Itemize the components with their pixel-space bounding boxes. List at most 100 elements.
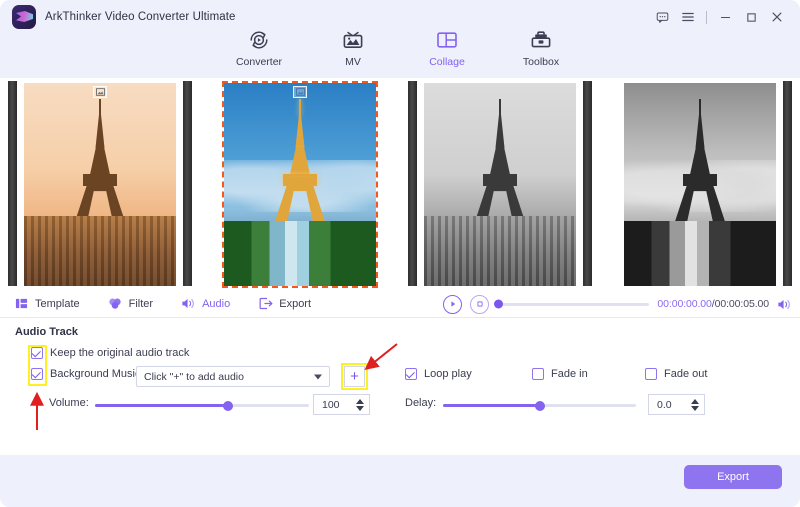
audio-icon: [181, 296, 196, 311]
delay-stepper[interactable]: 0.0: [648, 394, 705, 415]
total-time: 00:00:05.00: [714, 298, 769, 310]
fade-out-row[interactable]: Fade out: [645, 368, 707, 380]
keep-original-row[interactable]: Keep the original audio track: [31, 347, 189, 359]
seek-slider[interactable]: [494, 299, 650, 309]
loop-play-checkbox[interactable]: [405, 368, 417, 380]
volume-value-wrap: 100: [313, 394, 370, 415]
eiffel-tower: [73, 98, 127, 225]
preview-cell-4[interactable]: [600, 78, 800, 290]
plaza: [624, 220, 776, 286]
fade-in-row[interactable]: Fade in: [532, 368, 588, 380]
app-title: ArkThinker Video Converter Ultimate: [45, 11, 236, 23]
nav-label: Collage: [429, 56, 465, 68]
cityscape: [424, 216, 576, 286]
letterbox-bar-left: [408, 81, 417, 286]
preview-cell-3[interactable]: [400, 78, 600, 290]
stepper-arrows[interactable]: [356, 398, 364, 411]
nav-label: Toolbox: [522, 56, 560, 68]
current-time: 00:00:00.00: [657, 298, 712, 310]
menu-icon[interactable]: [675, 5, 701, 29]
chevron-down-icon: [314, 374, 322, 379]
delay-slider-wrap: [443, 400, 636, 411]
filter-icon: [108, 296, 123, 311]
photo-sunset[interactable]: [24, 82, 176, 286]
footer-bar: Export: [0, 455, 800, 507]
nav-item-mv[interactable]: MV: [306, 26, 400, 68]
time-display: 00:00:00.00/00:00:05.00: [657, 298, 769, 310]
eiffel-tower: [473, 98, 527, 225]
collage-icon: [435, 26, 459, 52]
export-button[interactable]: Export: [684, 465, 782, 489]
image-badge-icon[interactable]: [293, 85, 307, 98]
volume-stepper[interactable]: 100: [313, 394, 370, 415]
fade-out-checkbox[interactable]: [645, 368, 657, 380]
tab-label: Export: [279, 297, 312, 310]
tab-template[interactable]: Template: [0, 290, 94, 318]
delay-value-wrap: 0.0: [648, 394, 705, 415]
minimize-icon[interactable]: [712, 5, 738, 29]
letterbox-bar-right: [583, 81, 592, 286]
image-badge-icon[interactable]: [93, 85, 107, 98]
main-nav: Converter MV Collage Toolbox: [212, 26, 588, 68]
tabs: Template Filter Audio Export: [0, 290, 325, 318]
music-select-value: Click "+" to add audio: [144, 370, 244, 383]
tab-export[interactable]: Export: [244, 290, 325, 318]
background-music-row[interactable]: Background Music: [31, 368, 141, 380]
volume-slider-wrap: [95, 400, 309, 411]
stop-icon[interactable]: [470, 294, 490, 314]
seek-knob[interactable]: [494, 299, 504, 309]
tab-filter[interactable]: Filter: [94, 290, 167, 318]
stepper-arrows[interactable]: [691, 398, 699, 411]
export-icon: [258, 296, 273, 311]
app-window: ArkThinker Video Converter Ultimate Conv…: [0, 0, 800, 507]
tab-label: Template: [35, 297, 80, 310]
background-music-label: Background Music: [50, 368, 141, 380]
photo-gray-a[interactable]: [424, 82, 576, 286]
speaker-icon[interactable]: [777, 298, 792, 311]
delay-fill: [443, 404, 540, 407]
tab-audio[interactable]: Audio: [167, 290, 244, 318]
maximize-icon[interactable]: [738, 5, 764, 29]
panel-title: Audio Track: [15, 326, 78, 338]
loop-play-label: Loop play: [424, 368, 472, 380]
music-select[interactable]: Click "+" to add audio: [136, 366, 330, 387]
play-icon[interactable]: [443, 294, 463, 314]
toolbox-icon: [529, 26, 553, 52]
feedback-icon[interactable]: [649, 5, 675, 29]
plaza: [224, 220, 376, 286]
preview-cell-2[interactable]: [200, 78, 400, 290]
delay-knob[interactable]: [534, 400, 545, 411]
fade-out-label: Fade out: [664, 368, 708, 380]
volume-value: 100: [322, 398, 340, 411]
nav-label: MV: [345, 56, 361, 68]
keep-original-label: Keep the original audio track: [50, 347, 190, 359]
photo-blue[interactable]: [222, 80, 378, 288]
music-select-wrap: Click "+" to add audio: [136, 366, 330, 387]
volume-label-wrap: Volume:: [49, 397, 89, 409]
photo-gray-b[interactable]: [624, 82, 776, 286]
volume-knob[interactable]: [222, 400, 233, 411]
highlight-checkboxes: [28, 345, 47, 386]
fade-in-label: Fade in: [551, 368, 588, 380]
volume-slider[interactable]: [95, 400, 309, 411]
nav-item-collage[interactable]: Collage: [400, 26, 494, 68]
player-controls: 00:00:00.00/00:00:05.00: [443, 290, 792, 318]
highlight-add-button: [341, 363, 368, 390]
nav-item-converter[interactable]: Converter: [212, 26, 306, 68]
fade-in-checkbox[interactable]: [532, 368, 544, 380]
letterbox-bar-left: [8, 81, 17, 286]
brand: ArkThinker Video Converter Ultimate: [12, 5, 236, 29]
converter-icon: [247, 26, 271, 52]
template-icon: [14, 296, 29, 311]
delay-slider[interactable]: [443, 400, 636, 411]
tab-label: Audio: [202, 297, 231, 310]
delay-value: 0.0: [657, 398, 672, 411]
window-controls: [649, 5, 790, 29]
loop-play-row[interactable]: Loop play: [405, 368, 472, 380]
nav-label: Converter: [235, 56, 283, 68]
preview-cell-1[interactable]: [0, 78, 200, 290]
nav-item-toolbox[interactable]: Toolbox: [494, 26, 588, 68]
editor-tab-bar: Template Filter Audio Export 00:00:00.00…: [0, 290, 800, 318]
close-icon[interactable]: [764, 5, 790, 29]
collage-preview: [0, 78, 800, 290]
